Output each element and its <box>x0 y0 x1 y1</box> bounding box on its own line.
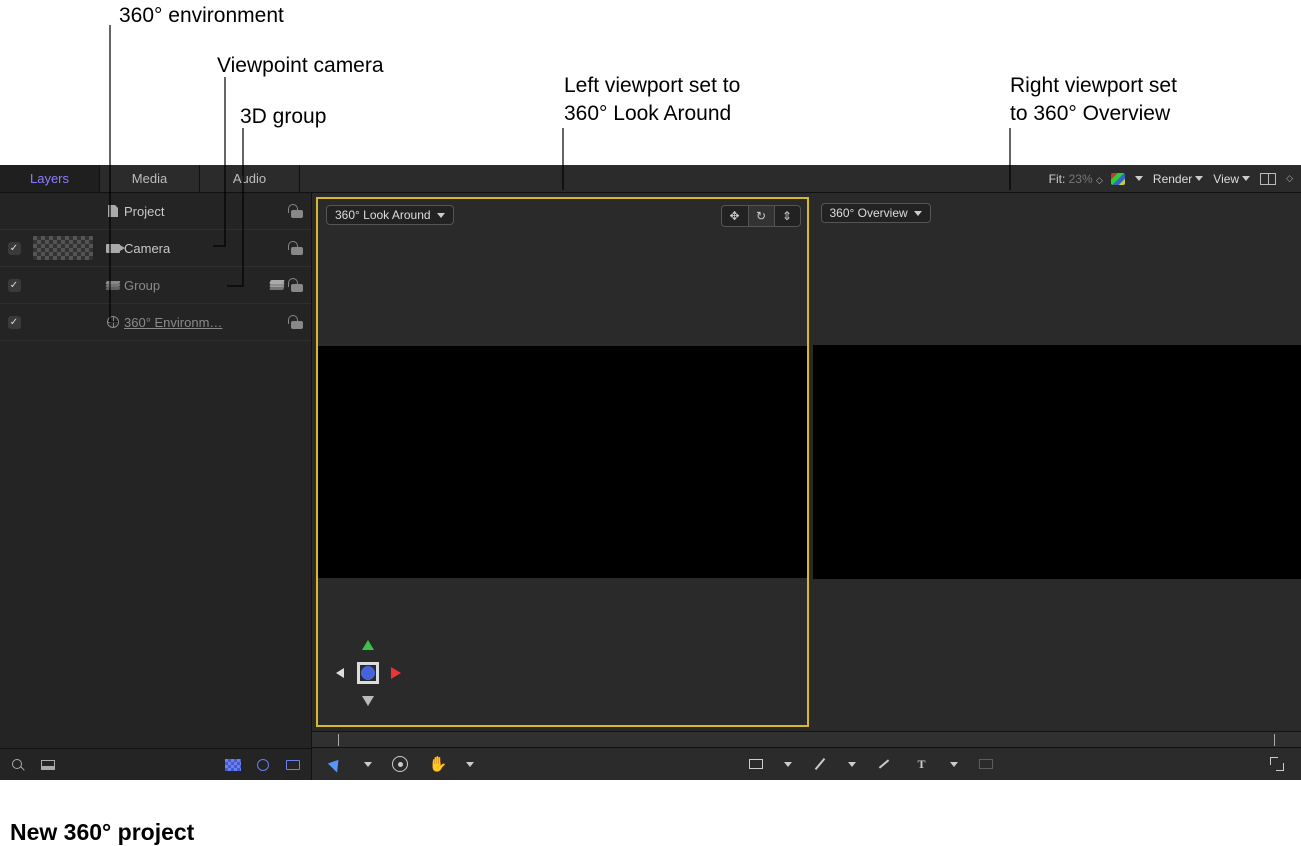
in-point-marker[interactable] <box>338 734 339 746</box>
search-icon <box>12 759 24 771</box>
search-button[interactable] <box>10 757 26 773</box>
rectangle-icon <box>749 759 763 769</box>
top-bar: Layers Media Audio Fit: 23% ◇ Render Vie… <box>0 165 1301 193</box>
callout-viewpoint-camera: Viewpoint camera <box>217 52 384 80</box>
tab-media[interactable]: Media <box>100 165 200 192</box>
pen-icon <box>814 758 825 770</box>
hand-icon: ✋ <box>429 755 448 773</box>
adjust-toggle[interactable] <box>255 757 271 773</box>
expand-icon <box>1270 757 1284 771</box>
pen-tool[interactable] <box>810 754 830 774</box>
panel-footer <box>0 748 311 780</box>
axis-center-icon <box>357 662 379 684</box>
canvas-content <box>318 346 807 577</box>
window-icon <box>286 760 300 770</box>
document-icon <box>108 205 118 217</box>
figure-caption: New 360° project <box>10 819 194 846</box>
chevron-down-icon <box>1135 176 1143 181</box>
panel-icon <box>41 760 55 770</box>
tab-audio[interactable]: Audio <box>200 165 300 192</box>
mask-tool-disabled <box>976 754 996 774</box>
chevron-down-icon <box>848 762 856 767</box>
axis-right-icon <box>391 667 401 679</box>
fullscreen-toggle[interactable] <box>1267 754 1287 774</box>
axis-down-icon <box>362 696 374 706</box>
chevron-down-icon <box>437 213 445 218</box>
orbit-icon <box>392 756 408 772</box>
axis-left-icon <box>336 668 344 678</box>
text-tool[interactable]: T <box>912 754 932 774</box>
arrow-cursor-icon <box>328 756 344 772</box>
layer-row-360-environment[interactable]: 360° Environm… <box>0 304 311 341</box>
chevron-down-icon <box>1242 176 1250 181</box>
pan-tool[interactable]: ✥ <box>722 206 748 226</box>
mask-icon <box>979 759 993 769</box>
callout-3d-group: 3D group <box>240 103 326 131</box>
out-point-marker[interactable] <box>1274 734 1275 746</box>
layers-panel: Project Camera Group <box>0 193 312 780</box>
pan-hand-tool[interactable]: ✋ <box>428 754 448 774</box>
lock-icon[interactable] <box>291 315 303 329</box>
callout-right-viewport: Right viewport set to 360° Overview <box>1010 72 1177 129</box>
callout-left-viewport: Left viewport set to 360° Look Around <box>564 72 740 129</box>
color-channel-menu[interactable] <box>1111 173 1125 185</box>
dolly-tool[interactable]: ⇕ <box>774 206 800 226</box>
select-tool[interactable] <box>326 754 346 774</box>
motion-app-window: Layers Media Audio Fit: 23% ◇ Render Vie… <box>0 165 1301 780</box>
camera-icon <box>106 244 120 253</box>
layer-thumbnail <box>32 235 94 261</box>
orbit-tool[interactable]: ↻ <box>748 206 774 226</box>
canvas-area: 360° Look Around ✥ ↻ ⇕ <box>312 193 1301 780</box>
canvas-content <box>813 345 1301 578</box>
render-menu[interactable]: Render <box>1153 172 1203 186</box>
visibility-checkbox[interactable] <box>8 279 21 292</box>
globe-icon <box>107 316 119 328</box>
brush-icon <box>878 759 888 768</box>
group-icon <box>106 281 120 290</box>
brush-tool[interactable] <box>874 754 894 774</box>
checker-toggle[interactable] <box>225 757 241 773</box>
layer-row-camera[interactable]: Camera <box>0 230 311 267</box>
canvas-toolbar: ✋ T <box>312 748 1301 780</box>
layer-row-group[interactable]: Group <box>0 267 311 304</box>
chevron-down-icon <box>784 762 792 767</box>
layer-row-project[interactable]: Project <box>0 193 311 230</box>
3d-group-icon <box>270 280 284 290</box>
mini-timeline-ruler[interactable] <box>312 731 1301 748</box>
3d-transform-tool[interactable] <box>390 754 410 774</box>
panel-button[interactable] <box>40 757 56 773</box>
checkerboard-icon <box>225 759 241 771</box>
tab-layers[interactable]: Layers <box>0 165 100 192</box>
visibility-checkbox[interactable] <box>8 242 21 255</box>
view-menu[interactable]: View <box>1213 172 1250 186</box>
viewport-nav-toolbar: ✥ ↻ ⇕ <box>721 205 801 227</box>
viewport-camera-dropdown[interactable]: 360° Look Around <box>326 205 454 225</box>
lock-icon[interactable] <box>291 278 303 292</box>
viewport-right[interactable]: 360° Overview <box>813 197 1301 727</box>
callout-360-environment: 360° environment <box>119 2 284 30</box>
rectangle-tool[interactable] <box>746 754 766 774</box>
visibility-checkbox[interactable] <box>8 316 21 329</box>
viewport-left[interactable]: 360° Look Around ✥ ↻ ⇕ <box>316 197 809 727</box>
viewport-camera-dropdown[interactable]: 360° Overview <box>821 203 931 223</box>
fit-label: Fit: 23% ◇ <box>1049 172 1101 186</box>
chevron-down-icon <box>466 762 474 767</box>
viewport-layout-icon[interactable] <box>1260 173 1276 185</box>
chevron-down-icon <box>364 762 372 767</box>
circle-icon <box>257 759 269 771</box>
panel-tabs: Layers Media Audio <box>0 165 300 192</box>
chevron-down-icon <box>1195 176 1203 181</box>
axis-up-icon <box>362 640 374 650</box>
lock-icon[interactable] <box>291 241 303 255</box>
frame-toggle[interactable] <box>285 757 301 773</box>
view-orientation-control[interactable] <box>326 631 410 715</box>
chevron-down-icon <box>914 211 922 216</box>
lock-icon[interactable] <box>291 204 303 218</box>
chevron-down-icon <box>950 762 958 767</box>
